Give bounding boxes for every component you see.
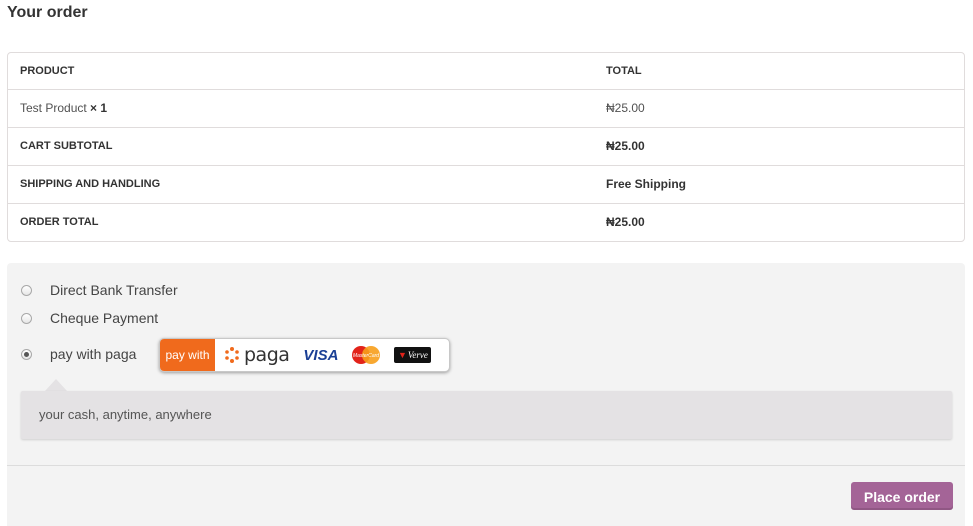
payment-method-cheque[interactable]: Cheque Payment (21, 307, 158, 329)
verve-mark-icon: ▼ (397, 350, 407, 360)
mastercard-text: MasterCard (353, 353, 379, 359)
product-quantity: × 1 (90, 101, 108, 115)
subtotal-value: ₦25.00 (606, 139, 645, 153)
shipping-value: Free Shipping (606, 177, 687, 191)
paga-dots-icon (225, 347, 239, 363)
divider (7, 465, 965, 466)
table-header-row: PRODUCT TOTAL (8, 53, 964, 89)
product-column-header: PRODUCT (20, 65, 75, 77)
cart-item: Test Product × 1 (20, 90, 107, 127)
order-total-row: ORDER TOTAL ₦25.00 (8, 203, 964, 241)
paga-radio[interactable] (21, 348, 32, 360)
section-title: Your order (7, 4, 88, 21)
product-total: ₦25.00 (606, 101, 645, 115)
paga-logo: paga (223, 344, 290, 366)
subtotal-row: CART SUBTOTAL ₦25.00 (8, 127, 964, 165)
total-column-header: TOTAL (606, 65, 642, 77)
mastercard-icon: MasterCard (352, 346, 381, 364)
bank-transfer-radio[interactable] (21, 284, 32, 296)
description-pointer (45, 379, 67, 391)
verve-logo: ▼ Verve (394, 347, 432, 363)
order-total-value: ₦25.00 (606, 215, 645, 229)
payment-method-paga[interactable]: pay with paga (21, 343, 136, 365)
pay-with-tag: pay with (160, 339, 215, 371)
order-review-table: PRODUCT TOTAL Test Product × 1 ₦25.00 CA… (7, 52, 965, 242)
payment-method-bank-transfer[interactable]: Direct Bank Transfer (21, 279, 178, 301)
order-total-label: ORDER TOTAL (20, 216, 99, 228)
payment-description: your cash, anytime, anywhere (21, 391, 952, 439)
table-row: Test Product × 1 ₦25.00 (8, 89, 964, 127)
shipping-label: SHIPPING AND HANDLING (20, 178, 161, 190)
paga-label[interactable]: pay with paga (50, 346, 136, 362)
visa-logo: VISA (303, 346, 339, 364)
paga-payment-badge: pay with paga VISA MasterCard ▼ Verve (159, 338, 450, 372)
place-order-button[interactable]: Place order (851, 482, 953, 510)
verve-text: Verve (407, 350, 428, 360)
bank-transfer-label[interactable]: Direct Bank Transfer (50, 282, 178, 298)
product-name: Test Product (20, 101, 87, 115)
cheque-label[interactable]: Cheque Payment (50, 310, 158, 326)
payment-section: Direct Bank Transfer Cheque Payment pay … (7, 263, 965, 526)
shipping-row: SHIPPING AND HANDLING Free Shipping (8, 165, 964, 203)
paga-wordmark: paga (244, 344, 290, 366)
subtotal-label: CART SUBTOTAL (20, 140, 113, 152)
cheque-radio[interactable] (21, 312, 32, 324)
